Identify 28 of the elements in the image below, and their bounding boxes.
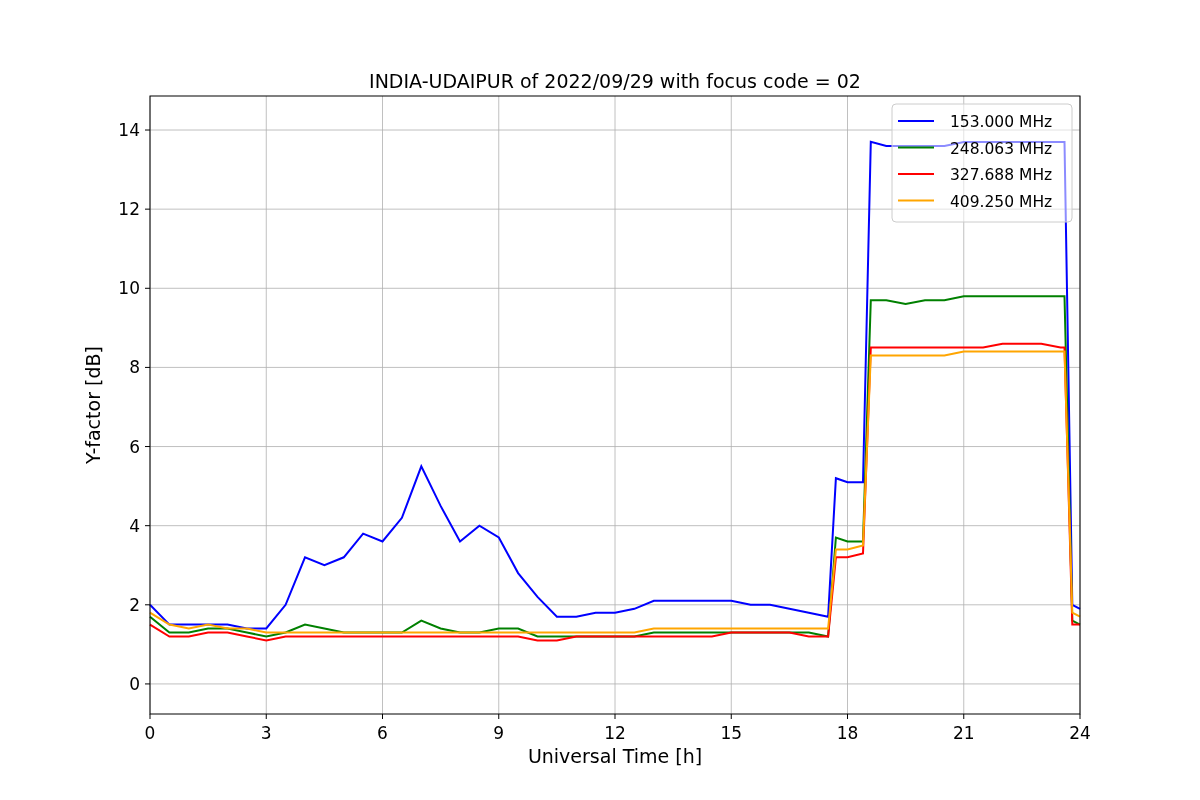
y-tick-label: 2 [129,594,140,615]
y-tick-label: 6 [129,436,140,457]
x-tick-label: 9 [493,723,505,743]
legend-label: 409.250 MHz [950,192,1053,211]
legend-line [897,199,935,202]
chart-title: INDIA-UDAIPUR of 2022/09/29 with focus code = 02 [369,70,861,92]
legend-label: 153.000 MHz [950,113,1053,131]
legend-label: 327.688 MHz [950,166,1053,184]
y-tick-label: 10 [118,278,140,299]
x-tick-label: 3 [260,723,272,743]
legend-label: 248.063 MHz [950,139,1053,158]
x-tick-label: 21 [952,723,975,743]
legend-line [897,120,935,122]
y-tick-label: 8 [129,357,140,378]
x-tick-label: 6 [377,723,388,743]
y-axis-label: Y-factor [dB] [82,346,104,464]
x-tick-label: 12 [604,723,626,743]
x-tick-label: 18 [836,723,859,743]
x-axis-label: Universal Time [h] [527,745,703,767]
x-tick-label: 15 [720,723,743,743]
legend-line [897,173,935,175]
x-tick-label: 0 [144,723,156,743]
y-tick-label: 14 [118,120,140,141]
x-tick-label: 24 [1069,723,1091,743]
y-tick-label: 4 [129,515,140,536]
legend-line [897,146,935,149]
y-tick-label: 0 [129,673,140,694]
y-tick-label: 12 [118,199,140,220]
